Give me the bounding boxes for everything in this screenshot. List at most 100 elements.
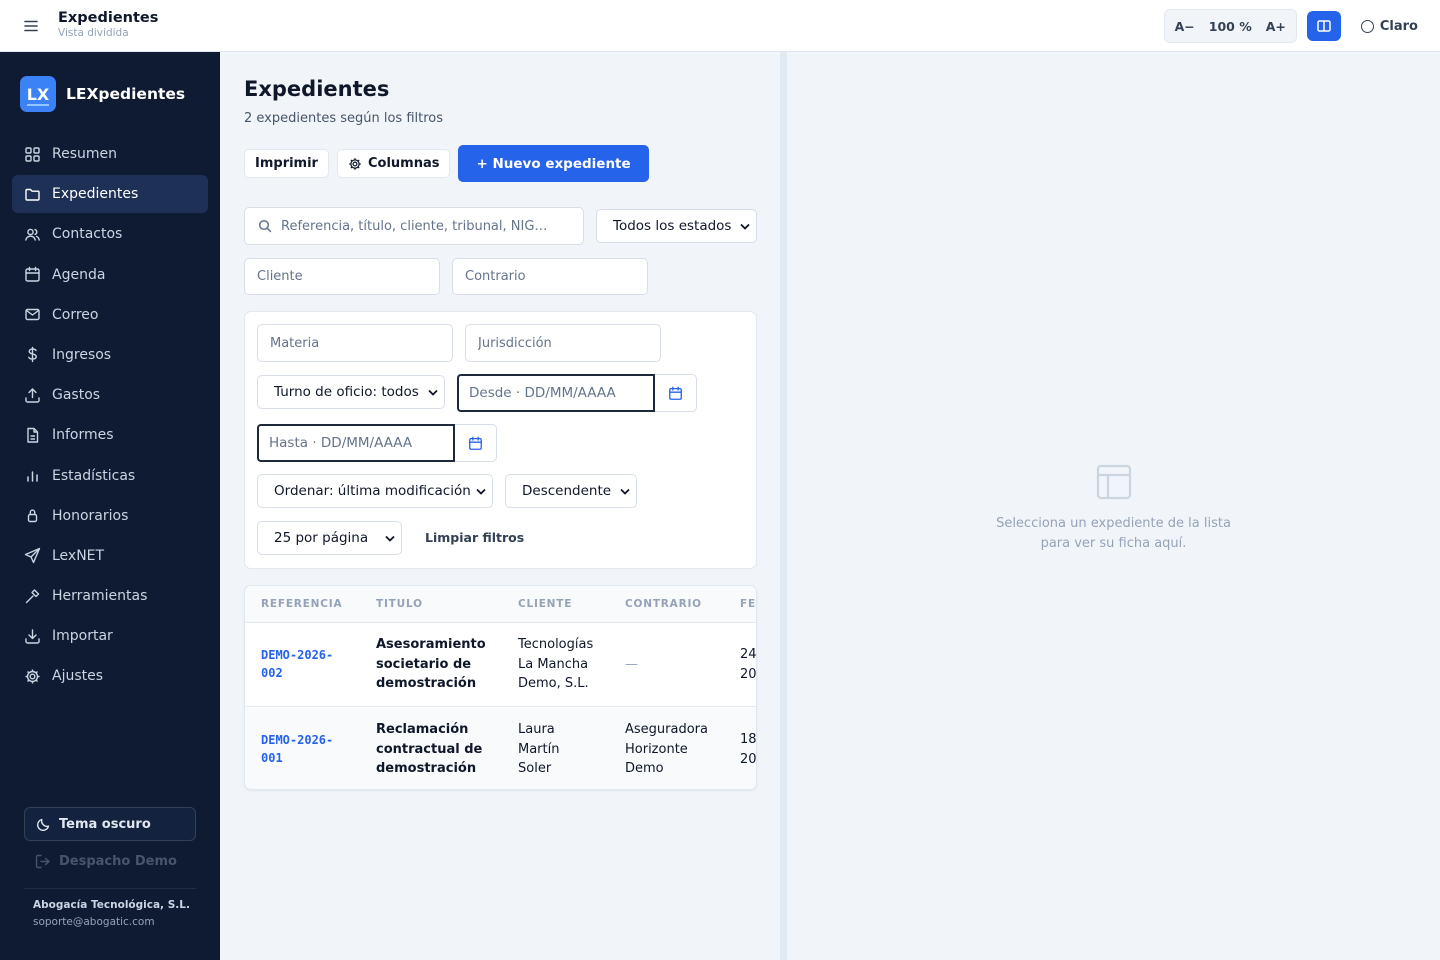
new-case-button[interactable]: + Nuevo expediente [458,145,649,182]
column-header-opponent[interactable]: CONTRARIO [625,598,702,610]
column-header-client[interactable]: CLIENTE [518,598,572,610]
column-header-date[interactable]: FE [740,598,756,610]
sidebar-item-agenda[interactable]: Agenda [12,256,208,294]
jurisdiction-input[interactable] [478,335,660,351]
status-select[interactable]: Todos los estados [596,209,757,243]
sidebar-item-label: Correo [52,306,99,323]
dark-theme-button[interactable]: Tema oscuro [24,807,196,841]
sidebar-item-expedientes[interactable]: Expedientes [12,175,208,214]
top-right-controls: A− 100 % A+ Claro [1163,0,1440,52]
case-client: Tecnologías La Mancha Demo, S.L. [518,637,594,691]
opponent-field[interactable] [452,258,648,295]
sidebar-item-label: Resumen [52,146,118,162]
duty-select-value: Turno de oficio: todos [274,384,419,400]
zoom-in-button[interactable]: A+ [1266,19,1286,34]
sidebar-item-label: Ingresos [52,346,112,363]
sidebar-item-resumen[interactable]: Resumen [12,135,208,173]
zoom-out-button[interactable]: A− [1175,19,1195,34]
sidebar-item-label: Ajustes [52,668,104,685]
menu-icon[interactable] [20,15,42,37]
chevron-down-icon [385,535,395,542]
split-resize-handle[interactable] [780,52,787,960]
sidebar-item-label: Estadísticas [52,467,136,484]
clear-filters-link[interactable]: Limpiar filtros [425,530,524,545]
search-field[interactable] [244,207,584,245]
logout-button[interactable]: Despacho Demo [35,854,177,869]
direction-select[interactable]: Descendente [505,474,637,508]
client-field[interactable] [244,258,440,295]
zoom-controls: A− 100 % A+ [1163,9,1297,43]
app-subtitle: Vista dividida [58,27,129,40]
sidebar-item-importar[interactable]: Importar [12,617,208,655]
hammer-icon [24,588,41,605]
sidebar-divider [24,888,196,889]
sidebar-item-contactos[interactable]: Contactos [12,215,208,253]
support-email[interactable]: soporte@abogatic.com [33,916,155,928]
moon-icon [36,817,51,832]
jurisdiction-field[interactable] [465,324,661,362]
table-header: REFERENCIA TITULO CLIENTE CONTRARIO FE [245,586,756,623]
sidebar-item-estadisticas[interactable]: Estadísticas [12,457,208,495]
date-to-input[interactable] [269,435,453,451]
date-from-picker-button[interactable] [655,374,697,412]
client-input[interactable] [257,269,439,284]
calendar-icon [24,266,41,283]
gear-icon [348,157,362,171]
dark-theme-label: Tema oscuro [59,816,151,832]
brand[interactable]: LX LEXpedientes [20,76,185,112]
subject-input[interactable] [270,335,452,351]
case-client: Laura Martín Soler [518,722,560,776]
columns-button[interactable]: Columnas [336,149,451,178]
grid-icon [24,146,41,163]
chevron-down-icon [476,488,486,495]
column-header-ref[interactable]: REFERENCIA [261,598,342,610]
date-from-input[interactable] [469,385,653,401]
send-icon [24,547,41,564]
table-row[interactable]: DEMO-2026- 001 Reclamación contractual de d… [245,708,757,789]
chevron-down-icon [740,223,750,230]
empty-state-message: Selecciona un expediente de la lista par… [996,516,1231,551]
sidebar-item-ajustes[interactable]: Ajustes [12,657,208,695]
subject-field[interactable] [257,324,453,362]
order-select[interactable]: Ordenar: última modificación [257,474,493,508]
theme-toggle[interactable]: Claro [1360,19,1418,34]
date-from-field[interactable] [457,374,655,412]
logout-label: Despacho Demo [59,854,177,869]
sidebar-item-honorarios[interactable]: Honorarios [12,497,208,535]
date-to-field[interactable] [257,424,455,462]
case-reference[interactable]: DEMO-2026- 001 [261,731,333,767]
direction-select-value: Descendente [522,483,612,499]
sidebar-item-informes[interactable]: Informes [12,416,208,454]
sidebar-item-ingresos[interactable]: Ingresos [12,336,208,374]
folder-icon [24,186,41,203]
search-input[interactable] [281,218,561,234]
date-to-group [257,424,497,462]
sidebar-item-herramientas[interactable]: Herramientas [12,577,208,615]
sidebar-item-correo[interactable]: Correo [12,296,208,334]
split-view-button[interactable] [1306,11,1341,41]
print-button[interactable]: Imprimir [244,149,329,178]
per-page-select-value: 25 por página [274,530,369,546]
sidebar-item-gastos[interactable]: Gastos [12,376,208,414]
table-row[interactable]: DEMO-2026- 002 Asesoramiento societario de… [245,623,756,707]
sidebar-item-label: Agenda [52,266,106,283]
duty-select[interactable]: Turno de oficio: todos [257,375,445,409]
brand-name: LEXpedientes [66,85,186,103]
case-date: 18 20 [740,732,757,767]
users-icon [24,226,41,243]
gear-icon [24,668,41,685]
split-view-icon [1317,20,1331,32]
case-reference[interactable]: DEMO-2026- 002 [261,646,333,682]
app-title-group: Expedientes Vista dividida [58,10,158,40]
opponent-input[interactable] [465,269,647,284]
date-to-picker-button[interactable] [455,424,497,462]
lock-icon [24,507,41,524]
per-page-select[interactable]: 25 por página [257,521,402,555]
chevron-down-icon [620,488,630,495]
sidebar-item-label: Importar [52,628,113,645]
column-header-title[interactable]: TITULO [376,598,423,610]
sidebar-item-lexnet[interactable]: LexNET [12,537,208,575]
sidebar-item-label: Expedientes [52,186,139,203]
dollar-icon [24,346,41,363]
columns-label: Columnas [367,156,440,171]
